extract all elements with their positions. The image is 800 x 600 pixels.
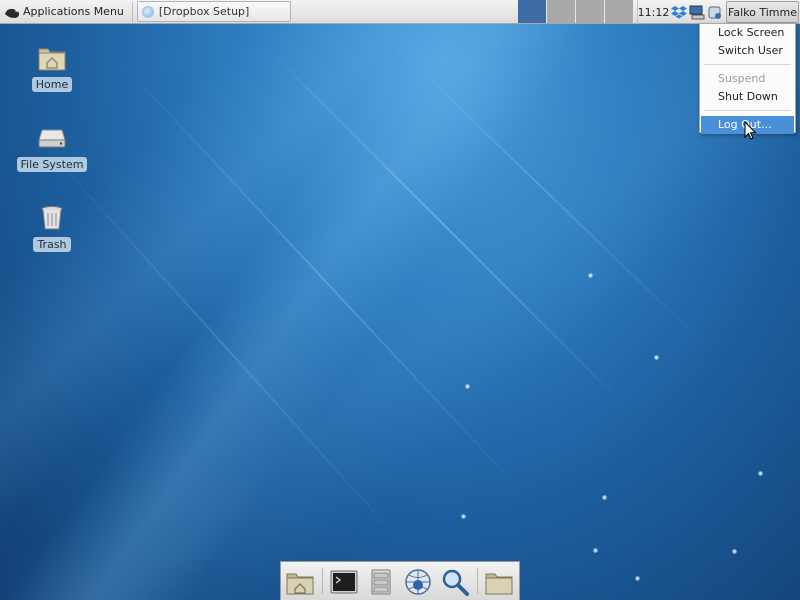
dock-separator [477, 568, 478, 594]
trash-icon [41, 206, 63, 230]
menu-item-lock-screen[interactable]: Lock Screen [701, 24, 794, 42]
workspace-1[interactable] [518, 0, 547, 23]
mouse-cursor-icon [744, 121, 757, 140]
xfce-mouse-icon [5, 8, 19, 18]
power-icon[interactable] [707, 4, 723, 20]
desktop-icon-trash[interactable]: Trash [12, 204, 92, 252]
workspace-4[interactable] [605, 0, 634, 23]
desktop-icon-label: Trash [33, 237, 71, 252]
taskbar-button-dropbox-setup[interactable]: [Dropbox Setup] [136, 1, 291, 22]
desktop-icon-home[interactable]: Home [12, 44, 92, 92]
home-folder-icon[interactable] [285, 567, 315, 597]
taskbar-button-label: [Dropbox Setup] [158, 5, 250, 18]
applications-menu-button[interactable]: Applications Menu [0, 0, 128, 24]
file-manager-icon[interactable] [366, 567, 396, 597]
menu-item-shut-down[interactable]: Shut Down [701, 88, 794, 106]
dropbox-setup-icon [141, 5, 154, 18]
desktop-background[interactable] [0, 0, 800, 600]
network-icon[interactable] [689, 4, 705, 20]
desktop-icon-label: File System [16, 157, 88, 172]
applications-menu-label: Applications Menu [23, 5, 124, 18]
user-action-menu: Lock Screen Switch User Suspend Shut Dow… [699, 23, 796, 134]
drive-icon [38, 129, 66, 148]
search-icon[interactable] [440, 567, 470, 597]
folder-icon[interactable] [484, 567, 514, 597]
bottom-dock [280, 561, 520, 600]
workspace-switcher [518, 0, 634, 24]
web-browser-icon[interactable] [403, 567, 433, 597]
menu-item-switch-user[interactable]: Switch User [701, 42, 794, 60]
desktop-icon-label: Home [31, 77, 73, 92]
desktop-icon-file-system[interactable]: File System [12, 124, 92, 172]
user-menu-button[interactable]: Falko Timme [726, 1, 799, 23]
panel-separator [131, 1, 133, 22]
terminal-icon[interactable] [329, 567, 359, 597]
workspace-3[interactable] [576, 0, 605, 23]
home-folder-icon [38, 48, 66, 71]
workspace-2[interactable] [547, 0, 576, 23]
menu-separator [704, 110, 791, 111]
menu-item-suspend: Suspend [718, 72, 766, 85]
menu-separator [704, 64, 791, 65]
top-panel: Applications Menu [Dropbox Setup] 11:12 … [0, 0, 800, 24]
clock[interactable]: 11:12 [637, 0, 669, 24]
dock-separator [322, 568, 323, 594]
dropbox-icon[interactable] [671, 4, 687, 20]
